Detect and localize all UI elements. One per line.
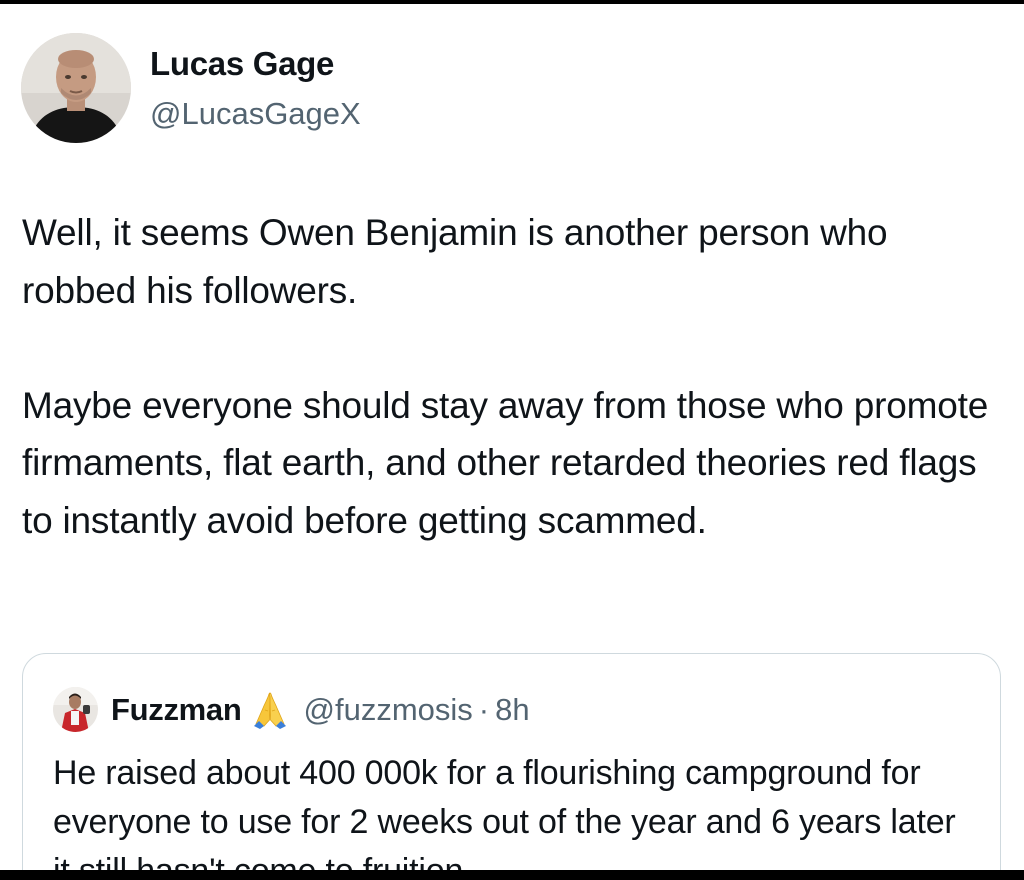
author-display-name[interactable]: Lucas Gage <box>150 44 334 84</box>
tweet-text: Well, it seems Owen Benjamin is another … <box>22 204 1002 549</box>
author-handle[interactable]: @LucasGageX <box>150 94 361 134</box>
top-border <box>0 0 1024 4</box>
quoted-tweet-timestamp[interactable]: 8h <box>495 692 529 728</box>
quoted-author-handle[interactable]: @fuzzmosis <box>304 692 473 728</box>
quoted-tweet-text: He raised about 400 000k for a flourishi… <box>53 754 956 880</box>
tweet-paragraph: Maybe everyone should stay away from tho… <box>22 384 989 541</box>
quoted-tweet-card[interactable]: Fuzzman @fuzzmosis · 8h He raised about … <box>22 653 1001 880</box>
quoted-tweet-header: Fuzzman @fuzzmosis · 8h <box>111 690 530 730</box>
separator-dot: · <box>478 692 490 727</box>
tweet-paragraph: Well, it seems Owen Benjamin is another … <box>22 212 888 311</box>
quoted-author-avatar[interactable] <box>53 687 98 732</box>
bottom-border <box>0 870 1024 880</box>
author-avatar[interactable] <box>21 33 131 143</box>
quoted-author-display-name[interactable]: Fuzzman <box>111 692 242 728</box>
folded-hands-emoji-icon <box>250 690 290 730</box>
